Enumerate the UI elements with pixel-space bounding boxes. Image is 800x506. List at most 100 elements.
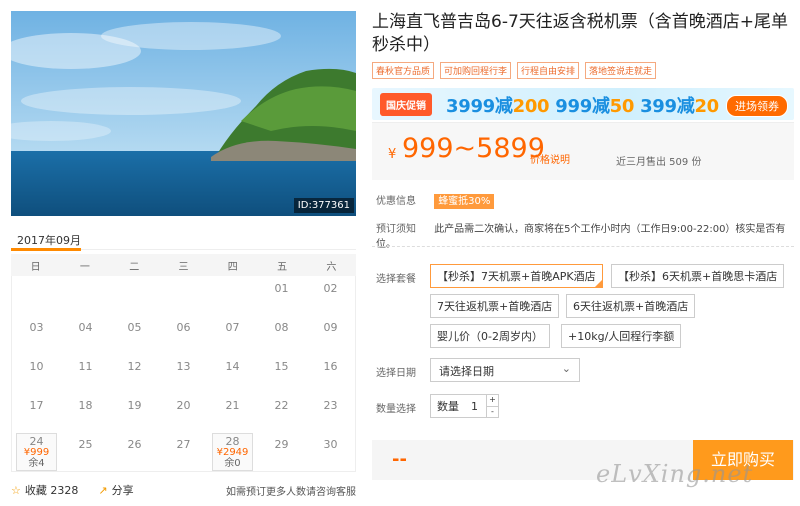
calendar-day: 06 — [176, 321, 191, 334]
date-placeholder: 请选择日期 — [439, 365, 494, 378]
product-tags: 春秋官方品质 可加购回程行李 行程自由安排 落地签说走就走 — [372, 62, 792, 79]
stepper-buttons: + - — [486, 395, 498, 417]
favorite-button[interactable]: ☆ 收藏 2328 — [11, 482, 78, 498]
image-id-label: ID:377361 — [293, 198, 354, 213]
product-tag: 落地签说走就走 — [585, 62, 657, 79]
share-button[interactable]: ↗ 分享 — [98, 482, 133, 498]
chevron-down-icon: ⌄ — [561, 362, 571, 375]
package-label: 选择套餐 — [376, 274, 416, 285]
deal-text: 3999减 — [446, 96, 513, 117]
decrement-button[interactable]: - — [487, 405, 498, 418]
calendar-day: 17 — [29, 399, 44, 412]
watermark: eLvXing.net — [596, 460, 754, 488]
day-price: ¥999 — [23, 447, 50, 458]
quantity-value[interactable]: 1 — [463, 400, 486, 413]
package-option[interactable]: +10kg/人回程行李额 — [561, 324, 682, 348]
calendar-month-tab[interactable]: 2017年09月 — [11, 226, 356, 251]
star-icon: ☆ — [11, 484, 21, 497]
notice-label: 预订须知 — [376, 224, 416, 235]
calendar-day — [159, 276, 208, 315]
calendar-day: 23 — [323, 399, 338, 412]
quantity-prefix: 数量 — [437, 400, 459, 413]
calendar-day: 05 — [127, 321, 142, 334]
calendar-day: 18 — [78, 399, 93, 412]
package-option[interactable]: 婴儿价（0-2周岁内） — [430, 324, 550, 348]
calendar-day: 25 — [78, 438, 93, 451]
calendar-day: 26 — [127, 438, 142, 451]
deal-text: 399减 — [640, 96, 695, 117]
calendar-day: 12 — [127, 360, 142, 373]
currency-symbol: ¥ — [388, 147, 397, 162]
price-range: 999~5899 — [402, 133, 545, 164]
total-price: -- — [392, 449, 407, 470]
date-select[interactable]: 请选择日期 ⌄ — [430, 358, 580, 382]
price-explain-link[interactable]: 价格说明 — [530, 151, 570, 166]
calendar-day-available[interactable]: 24 ¥999 余4 — [16, 433, 57, 471]
increment-button[interactable]: + — [487, 395, 498, 406]
quantity-stepper[interactable]: 数量 1 + - — [430, 394, 499, 418]
calendar-day: 10 — [29, 360, 44, 373]
package-option[interactable]: 【秒杀】6天机票+首晚思卡酒店 — [611, 264, 785, 288]
calendar-day — [208, 276, 257, 315]
promo-banner[interactable]: 国庆促销 3999减200 999减50 399减20 进场领券 — [372, 88, 794, 120]
discount-label: 优惠信息 — [376, 196, 416, 207]
calendar-day: 22 — [274, 399, 289, 412]
action-bar: ☆ 收藏 2328 ↗ 分享 如需预订更多人数请咨询客服 — [11, 480, 356, 500]
deal-text: 999减 — [555, 96, 610, 117]
calendar-day: 04 — [78, 321, 93, 334]
day-number: 28 — [225, 435, 240, 448]
calendar-day: 07 — [225, 321, 240, 334]
product-tag: 行程自由安排 — [517, 62, 580, 79]
favorite-label: 收藏 — [24, 484, 47, 497]
island-image — [11, 11, 356, 216]
weekday: 三 — [178, 261, 189, 273]
package-option[interactable]: 6天往返机票+首晚酒店 — [566, 294, 696, 318]
weekday: 一 — [79, 261, 90, 273]
promo-deals: 3999减200 999减50 399减20 — [446, 92, 719, 118]
package-option[interactable]: 7天往返机票+首晚酒店 — [430, 294, 560, 318]
calendar-day: 03 — [29, 321, 44, 334]
calendar-grid: 01 02 03 04 05 06 07 08 09 10 11 12 13 1… — [11, 276, 356, 472]
calendar-day: 13 — [176, 360, 191, 373]
product-tag: 春秋官方品质 — [372, 62, 435, 79]
weekday: 日 — [30, 261, 41, 273]
weekday: 二 — [129, 261, 140, 273]
calendar-day: 02 — [323, 282, 338, 295]
date-label: 选择日期 — [376, 368, 416, 379]
calendar-month: 2017年09月 — [17, 234, 81, 247]
deal-amount: 200 — [512, 96, 550, 117]
calendar-day — [110, 276, 159, 315]
product-tag: 可加购回程行李 — [440, 62, 512, 79]
day-stock: 余4 — [28, 458, 45, 469]
day-stock: 余0 — [224, 458, 241, 469]
calendar-day — [12, 276, 61, 315]
calendar-day: 08 — [274, 321, 289, 334]
calendar-day: 29 — [274, 438, 289, 451]
sold-count: 近三月售出 509 份 — [616, 157, 702, 168]
consult-note[interactable]: 如需预订更多人数请咨询客服 — [226, 483, 356, 498]
calendar-day: 20 — [176, 399, 191, 412]
calendar-day: 21 — [225, 399, 240, 412]
calendar-weekdays: 日 一 二 三 四 五 六 — [11, 254, 356, 276]
day-price: ¥2949 — [216, 447, 249, 458]
deal-amount: 20 — [694, 96, 719, 117]
weekday: 五 — [277, 261, 288, 273]
package-option-selected[interactable]: 【秒杀】7天机票+首晚APK酒店 — [430, 264, 603, 288]
product-photo[interactable]: ID:377361 — [11, 11, 356, 216]
price-box: ¥ 999~5899 价格说明 近三月售出 509 份 — [372, 122, 794, 180]
favorite-count: 2328 — [50, 484, 79, 497]
calendar-day: 27 — [176, 438, 191, 451]
promo-badge: 国庆促销 — [380, 93, 432, 116]
get-coupon-button[interactable]: 进场领券 — [726, 95, 788, 117]
discount-badge: 蜂蜜抵30% — [434, 194, 495, 209]
deal-amount: 50 — [609, 96, 635, 117]
calendar-day: 14 — [225, 360, 240, 373]
calendar-day-available[interactable]: 28 ¥2949 余0 — [212, 433, 253, 471]
share-label: 分享 — [111, 484, 134, 497]
calendar-day: 11 — [78, 360, 93, 373]
calendar-day: 16 — [323, 360, 338, 373]
weekday: 四 — [227, 261, 238, 273]
day-number: 24 — [29, 435, 44, 448]
calendar-day: 09 — [323, 321, 338, 334]
calendar-day: 30 — [323, 438, 338, 451]
